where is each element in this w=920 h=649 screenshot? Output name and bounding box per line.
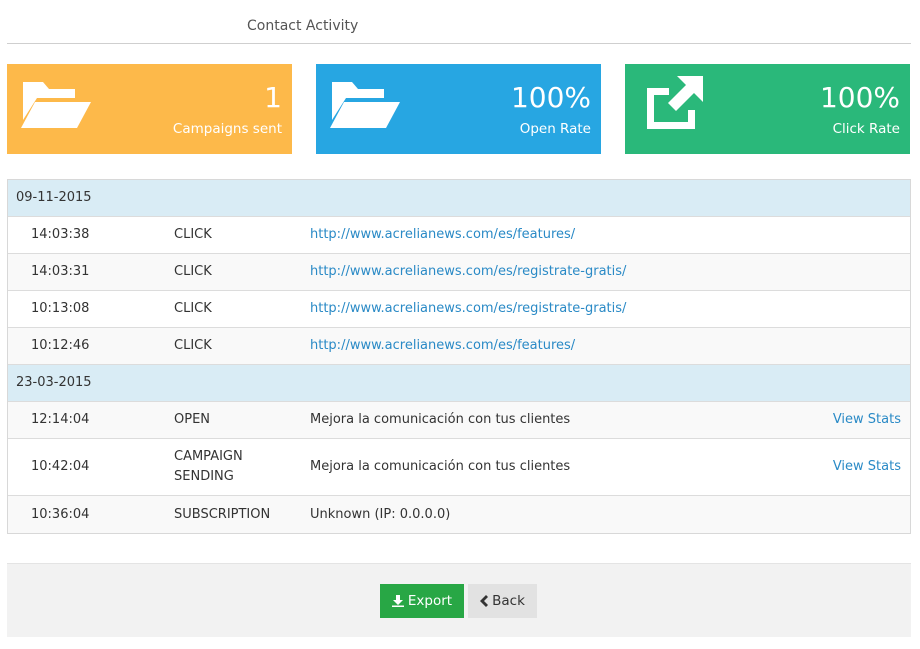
export-button[interactable]: Export <box>380 584 464 618</box>
table-row: 10:36:04 SUBSCRIPTION Unknown (IP: 0.0.0… <box>8 496 910 533</box>
campaigns-sent-value: 1 <box>264 81 282 114</box>
row-detail: Mejora la comunicación con tus clientes <box>310 412 571 427</box>
row-type: SUBSCRIPTION <box>174 506 271 522</box>
page-title: Contact Activity <box>247 18 359 34</box>
table-row: 12:14:04 OPEN Mejora la comunicación con… <box>8 402 910 439</box>
row-type: CAMPAIGN SENDING <box>174 447 310 487</box>
row-time: 12:14:04 <box>31 412 90 427</box>
row-detail: Mejora la comunicación con tus clientes <box>310 459 571 474</box>
click-rate-label: Click Rate <box>832 121 900 137</box>
folder-open-icon <box>330 82 400 128</box>
group-date: 09-11-2015 <box>16 190 92 205</box>
row-type: OPEN <box>174 412 211 427</box>
table-row: 10:13:08 CLICK http://www.acrelianews.co… <box>8 291 910 328</box>
row-type: CLICK <box>174 264 212 279</box>
footer-actions: Export Back <box>7 563 911 637</box>
table-row: 14:03:31 CLICK http://www.acrelianews.co… <box>8 254 910 291</box>
view-stats-link[interactable]: View Stats <box>820 457 910 477</box>
group-date: 23-03-2015 <box>16 375 92 390</box>
click-rate-card: 100% Click Rate <box>625 64 910 154</box>
row-type: CLICK <box>174 301 212 316</box>
back-button[interactable]: Back <box>468 584 537 618</box>
row-type-line: SENDING <box>174 469 234 484</box>
activity-table: 09-11-2015 14:03:38 CLICK http://www.acr… <box>7 179 911 534</box>
row-link[interactable]: http://www.acrelianews.com/es/features/ <box>310 225 910 245</box>
row-detail: Unknown (IP: 0.0.0.0) <box>310 506 451 522</box>
click-rate-value: 100% <box>819 81 900 114</box>
row-type: CLICK <box>174 338 212 353</box>
campaigns-sent-label: Campaigns sent <box>172 121 282 137</box>
row-link[interactable]: http://www.acrelianews.com/es/registrate… <box>310 299 910 319</box>
view-stats-link[interactable]: View Stats <box>820 410 910 430</box>
date-group-header: 09-11-2015 <box>8 180 910 217</box>
row-type: CLICK <box>174 227 212 242</box>
table-row: 10:12:46 CLICK http://www.acrelianews.co… <box>8 328 910 365</box>
row-link[interactable]: http://www.acrelianews.com/es/registrate… <box>310 262 910 282</box>
external-link-icon <box>647 76 703 129</box>
table-row: 10:42:04 CAMPAIGN SENDING Mejora la comu… <box>8 439 910 496</box>
folder-open-icon <box>21 82 91 128</box>
row-time: 10:13:08 <box>31 301 90 316</box>
open-rate-label: Open Rate <box>519 121 591 137</box>
row-time: 10:36:04 <box>31 506 90 522</box>
row-link[interactable]: http://www.acrelianews.com/es/features/ <box>310 336 910 356</box>
open-rate-card: 100% Open Rate <box>316 64 601 154</box>
date-group-header: 23-03-2015 <box>8 365 910 402</box>
row-time: 14:03:31 <box>31 264 90 279</box>
export-label: Export <box>407 593 453 609</box>
row-type-line: CAMPAIGN <box>174 449 243 464</box>
contact-activity-page: Contact Activity 1 Campaigns sent 100% O… <box>0 0 920 649</box>
back-label: Back <box>492 593 525 609</box>
page-header: Contact Activity <box>7 0 911 44</box>
download-icon <box>391 595 404 607</box>
chevron-left-icon <box>480 595 489 607</box>
campaigns-sent-card: 1 Campaigns sent <box>7 64 292 154</box>
row-time: 10:42:04 <box>31 459 90 474</box>
row-time: 10:12:46 <box>31 338 90 353</box>
table-row: 14:03:38 CLICK http://www.acrelianews.co… <box>8 217 910 254</box>
row-time: 14:03:38 <box>31 227 90 242</box>
open-rate-value: 100% <box>510 81 591 114</box>
